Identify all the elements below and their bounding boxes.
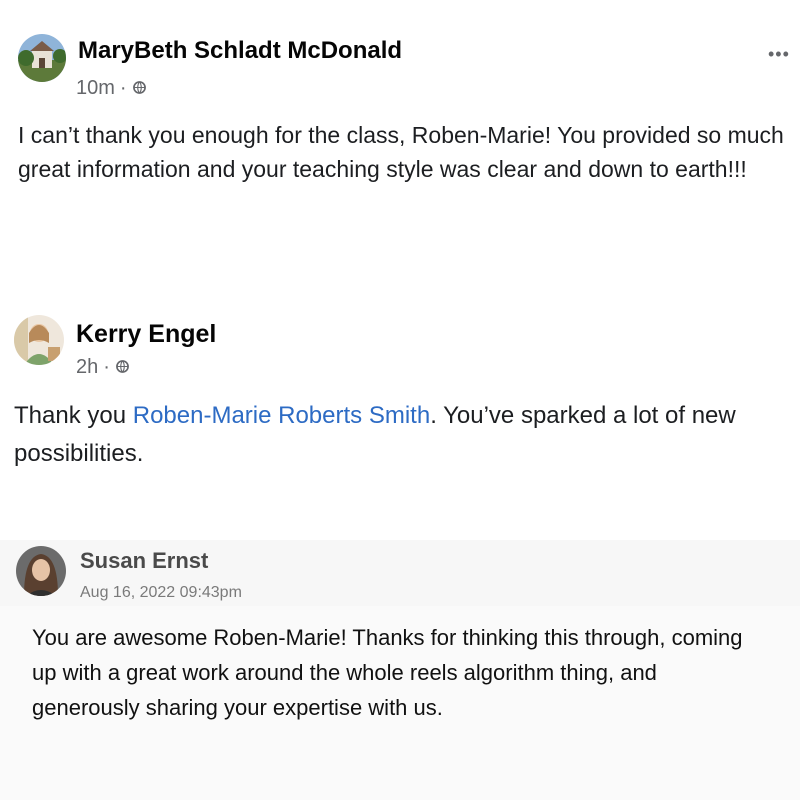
comment-post-3: Susan Ernst Aug 16, 2022 09:43pm You are… (0, 540, 800, 800)
avatar[interactable] (14, 315, 64, 365)
timestamp[interactable]: 2h (76, 356, 98, 379)
globe-icon (132, 77, 146, 100)
comment-text: I can’t thank you enough for the class, … (18, 122, 784, 182)
author-name[interactable]: MaryBeth Schladt McDonald (78, 37, 402, 65)
avatar[interactable] (18, 34, 66, 82)
more-options-icon[interactable]: ••• (768, 44, 790, 65)
separator: · (119, 77, 127, 99)
post-meta: Aug 16, 2022 09:43pm (80, 584, 242, 602)
author-name[interactable]: Susan Ernst (80, 548, 208, 574)
timestamp: Aug 16, 2022 09:43pm (80, 584, 242, 601)
mention-link[interactable]: Roben-Marie Roberts Smith (133, 402, 430, 429)
comment-text: Thank you Roben-Marie Roberts Smith. You… (14, 397, 794, 473)
comment-post-2: Kerry Engel 2h · Thank you Roben-Marie R… (0, 300, 800, 500)
comment-text: You are awesome Roben-Marie! Thanks for … (32, 625, 743, 720)
author-name[interactable]: Kerry Engel (76, 320, 216, 349)
timestamp[interactable]: 10m (76, 77, 115, 100)
comment-text-prefix: Thank you (14, 402, 133, 429)
separator: · (103, 356, 110, 378)
globe-icon (116, 356, 129, 379)
post-meta: 10m · (76, 77, 146, 100)
avatar[interactable] (16, 546, 66, 596)
post-meta: 2h · (76, 356, 129, 379)
comment-post-1: MaryBeth Schladt McDonald 10m · ••• I ca… (0, 0, 800, 280)
